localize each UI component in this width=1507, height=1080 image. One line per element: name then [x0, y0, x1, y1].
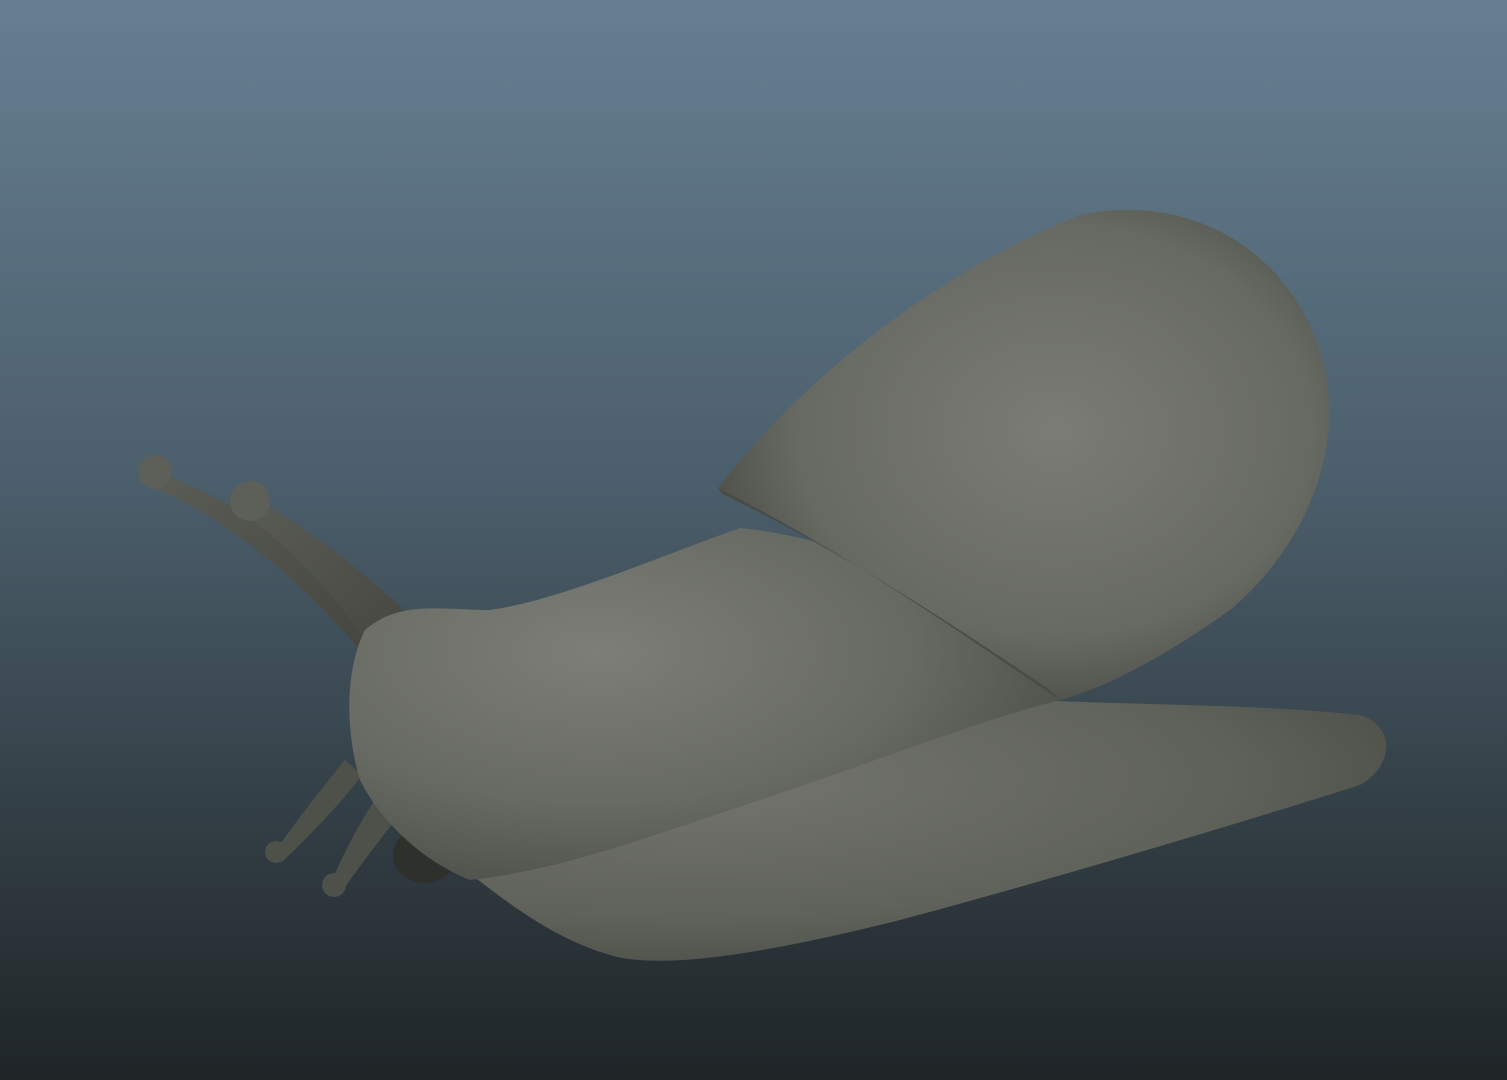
snail-lower-tentacle-tip-left [265, 841, 287, 863]
snail-eye-tip-right [230, 481, 270, 521]
snail-lower-tentacle-tip-right [322, 873, 346, 897]
3d-viewport[interactable] [0, 0, 1507, 1080]
viewport-canvas[interactable] [0, 0, 1507, 1080]
snail-eye-tip-left [138, 455, 172, 489]
